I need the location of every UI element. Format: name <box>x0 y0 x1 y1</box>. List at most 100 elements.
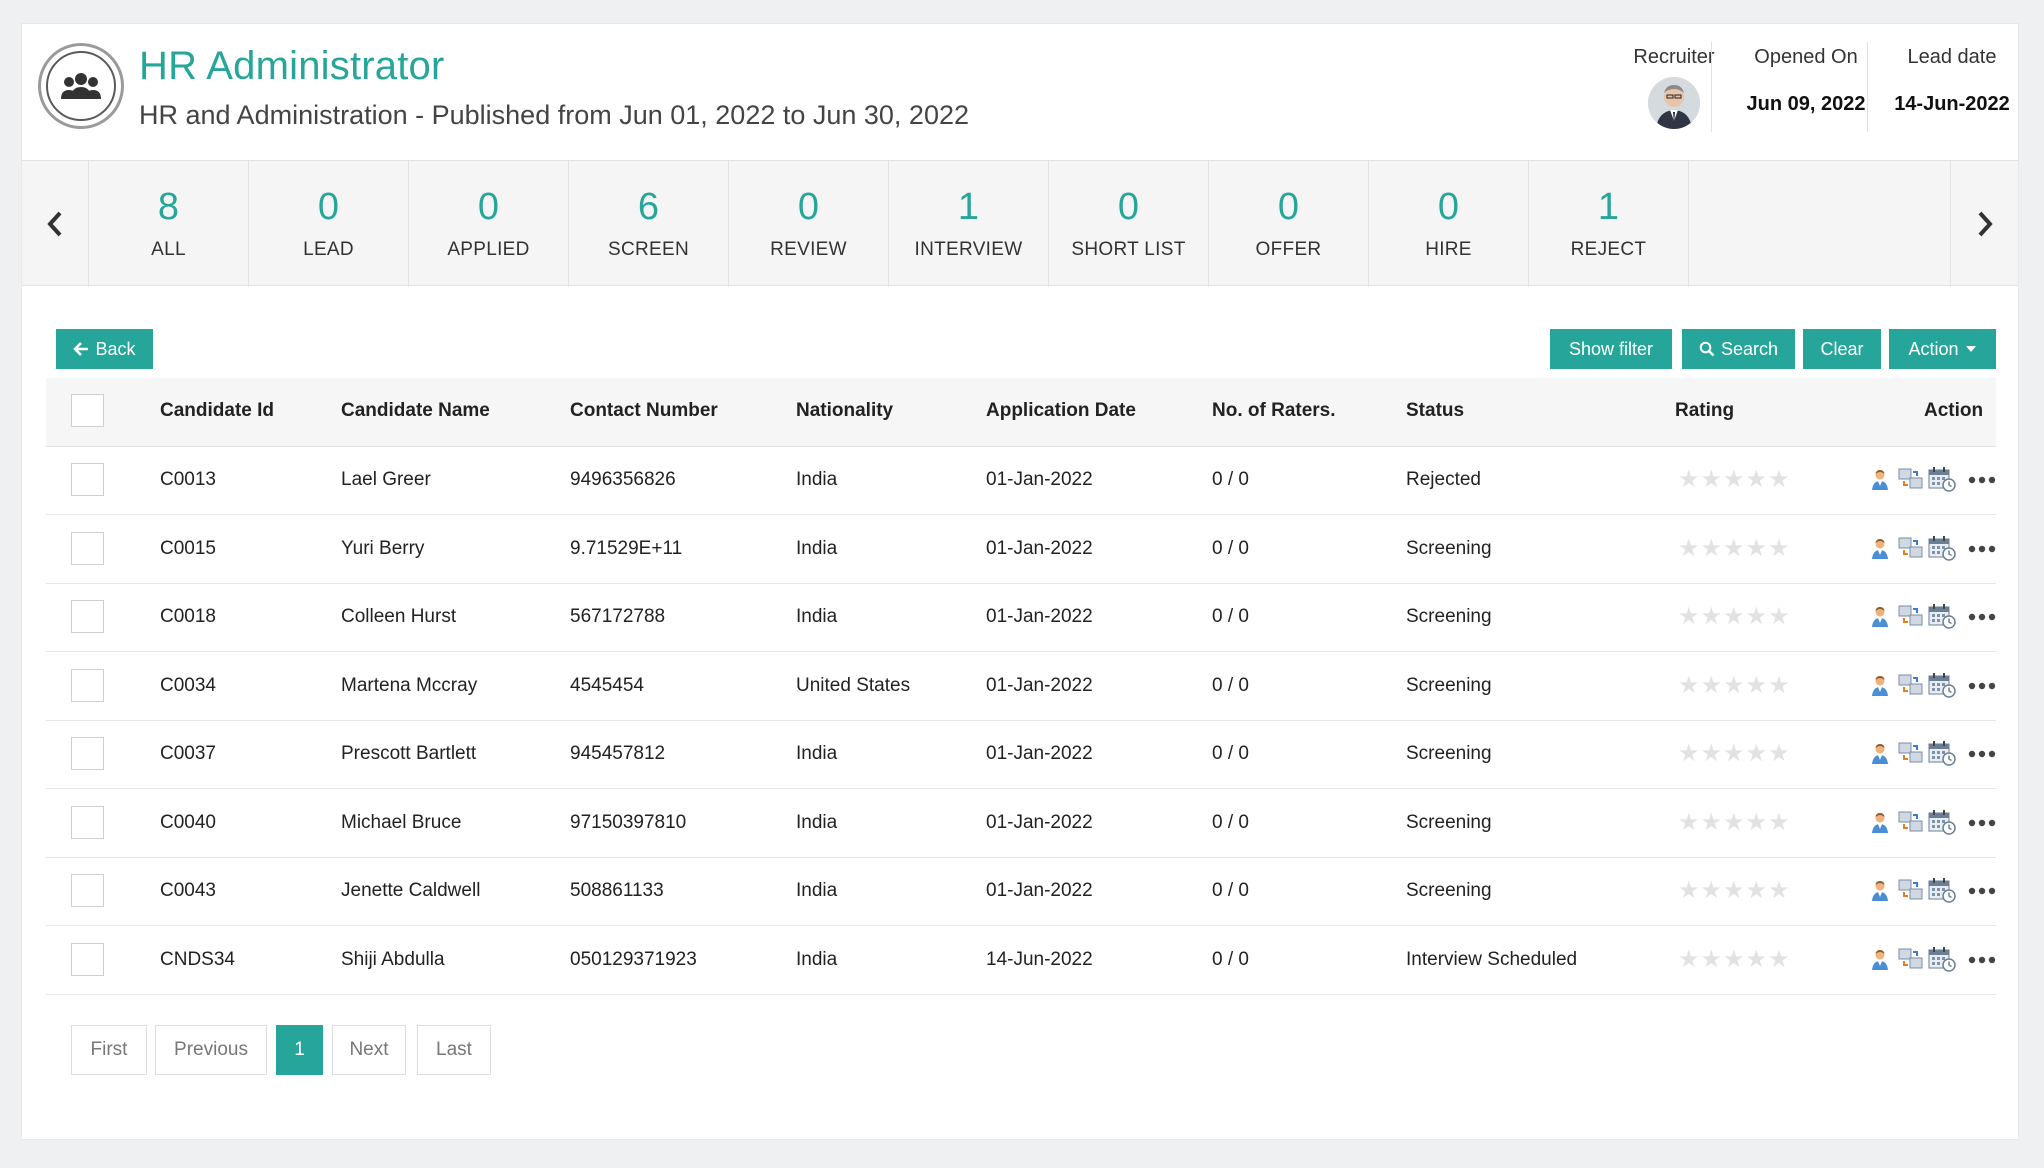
candidate-name[interactable]: Michael Bruce <box>341 812 461 834</box>
clear-button[interactable]: Clear <box>1803 329 1881 369</box>
col-contact-number[interactable]: Contact Number <box>570 400 718 422</box>
candidate-name[interactable]: Lael Greer <box>341 469 431 491</box>
star-icon[interactable]: ★ <box>1746 946 1768 973</box>
star-rating[interactable]: ★ ★ ★ ★ ★ <box>1678 946 1790 973</box>
row-checkbox[interactable] <box>71 942 104 976</box>
star-icon[interactable]: ★ <box>1701 878 1723 904</box>
move-candidate-icon[interactable] <box>1898 810 1924 834</box>
stage-next-button[interactable] <box>1950 161 2018 287</box>
move-candidate-icon[interactable] <box>1898 673 1924 697</box>
row-checkbox[interactable] <box>71 463 104 496</box>
stage-applied[interactable]: 0 APPLIED <box>409 161 569 287</box>
star-icon[interactable]: ★ <box>1723 741 1745 767</box>
star-icon[interactable]: ★ <box>1701 604 1723 630</box>
view-profile-icon[interactable] <box>1870 880 1890 902</box>
table-row[interactable]: C0040 Michael Bruce 97150397810 India 01-Jan… <box>46 790 1996 858</box>
star-icon[interactable]: ★ <box>1746 878 1768 904</box>
view-profile-icon[interactable] <box>1870 538 1890 560</box>
pagination-next[interactable]: Next <box>332 1025 406 1075</box>
star-rating[interactable]: ★ ★ ★ ★ ★ <box>1678 878 1790 904</box>
show-filter-button[interactable]: Show filter <box>1550 329 1672 369</box>
star-icon[interactable]: ★ <box>1768 467 1790 493</box>
more-options-icon[interactable] <box>1968 613 1996 621</box>
row-checkbox[interactable] <box>71 805 104 839</box>
star-rating[interactable]: ★ ★ ★ ★ ★ <box>1678 809 1790 836</box>
action-dropdown-button[interactable]: Action <box>1889 329 1996 369</box>
star-rating[interactable]: ★ ★ ★ ★ ★ <box>1678 467 1790 493</box>
more-options-icon[interactable] <box>1968 887 1996 895</box>
col-candidate-name[interactable]: Candidate Name <box>341 400 490 422</box>
search-button[interactable]: Search <box>1682 329 1795 369</box>
star-icon[interactable]: ★ <box>1701 672 1723 699</box>
stage-prev-button[interactable] <box>22 161 89 287</box>
star-icon[interactable]: ★ <box>1723 672 1745 699</box>
schedule-interview-icon[interactable] <box>1928 603 1956 629</box>
row-checkbox[interactable] <box>71 874 104 907</box>
view-profile-icon[interactable] <box>1870 675 1890 697</box>
candidate-name[interactable]: Colleen Hurst <box>341 606 456 628</box>
star-rating[interactable]: ★ ★ ★ ★ ★ <box>1678 741 1790 767</box>
more-options-icon[interactable] <box>1968 750 1996 758</box>
star-rating[interactable]: ★ ★ ★ ★ ★ <box>1678 535 1790 562</box>
star-icon[interactable]: ★ <box>1678 535 1700 562</box>
star-icon[interactable]: ★ <box>1723 878 1745 904</box>
pagination-previous[interactable]: Previous <box>155 1025 267 1075</box>
star-icon[interactable]: ★ <box>1678 741 1700 767</box>
candidate-name[interactable]: Jenette Caldwell <box>341 880 480 902</box>
view-profile-icon[interactable] <box>1870 743 1890 765</box>
table-row[interactable]: C0013 Lael Greer 9496356826 India 01-Jan-202… <box>46 447 1996 515</box>
table-row[interactable]: C0015 Yuri Berry 9.71529E+11 India 01-Jan-20… <box>46 516 1996 584</box>
star-icon[interactable]: ★ <box>1723 946 1745 973</box>
star-icon[interactable]: ★ <box>1723 467 1745 493</box>
move-candidate-icon[interactable] <box>1898 467 1924 491</box>
table-row[interactable]: C0018 Colleen Hurst 567172788 India 01-Jan-2… <box>46 584 1996 652</box>
stage-review[interactable]: 0 REVIEW <box>729 161 889 287</box>
star-icon[interactable]: ★ <box>1768 672 1790 699</box>
star-icon[interactable]: ★ <box>1746 741 1768 767</box>
star-icon[interactable]: ★ <box>1768 535 1790 562</box>
stage-offer[interactable]: 0 OFFER <box>1209 161 1369 287</box>
schedule-interview-icon[interactable] <box>1928 672 1956 698</box>
row-checkbox[interactable] <box>71 737 104 770</box>
schedule-interview-icon[interactable] <box>1928 466 1956 492</box>
star-icon[interactable]: ★ <box>1723 604 1745 630</box>
stage-reject[interactable]: 1 REJECT <box>1529 161 1689 287</box>
star-icon[interactable]: ★ <box>1723 535 1745 562</box>
candidate-name[interactable]: Shiji Abdulla <box>341 949 445 971</box>
star-icon[interactable]: ★ <box>1723 809 1745 836</box>
col-nationality[interactable]: Nationality <box>796 400 893 422</box>
stage-interview[interactable]: 1 INTERVIEW <box>889 161 1049 287</box>
table-row[interactable]: C0043 Jenette Caldwell 508861133 India 01-Ja… <box>46 858 1996 926</box>
candidate-name[interactable]: Prescott Bartlett <box>341 743 476 765</box>
more-options-icon[interactable] <box>1968 819 1996 827</box>
back-button[interactable]: Back <box>56 329 153 369</box>
move-candidate-icon[interactable] <box>1898 604 1924 628</box>
star-icon[interactable]: ★ <box>1678 946 1700 973</box>
schedule-interview-icon[interactable] <box>1928 809 1956 835</box>
table-row[interactable]: C0034 Martena Mccray 4545454 United States 0… <box>46 653 1996 721</box>
star-icon[interactable]: ★ <box>1701 467 1723 493</box>
pagination-page-current[interactable]: 1 <box>276 1025 323 1075</box>
star-icon[interactable]: ★ <box>1746 809 1768 836</box>
candidate-name[interactable]: Yuri Berry <box>341 538 424 560</box>
pagination-last[interactable]: Last <box>417 1025 491 1075</box>
table-row[interactable]: CNDS34 Shiji Abdulla 050129371923 India 14-J… <box>46 927 1996 995</box>
star-rating[interactable]: ★ ★ ★ ★ ★ <box>1678 604 1790 630</box>
schedule-interview-icon[interactable] <box>1928 877 1956 903</box>
star-icon[interactable]: ★ <box>1768 604 1790 630</box>
col-status[interactable]: Status <box>1406 400 1464 422</box>
stage-hire[interactable]: 0 HIRE <box>1369 161 1529 287</box>
star-icon[interactable]: ★ <box>1768 946 1790 973</box>
pagination-first[interactable]: First <box>71 1025 147 1075</box>
more-options-icon[interactable] <box>1968 956 1996 964</box>
candidate-name[interactable]: Martena Mccray <box>341 675 477 697</box>
row-checkbox[interactable] <box>71 531 104 565</box>
star-icon[interactable]: ★ <box>1746 467 1768 493</box>
view-profile-icon[interactable] <box>1870 949 1890 971</box>
star-icon[interactable]: ★ <box>1701 946 1723 973</box>
schedule-interview-icon[interactable] <box>1928 740 1956 766</box>
row-checkbox[interactable] <box>71 600 104 633</box>
star-icon[interactable]: ★ <box>1768 878 1790 904</box>
stage-all[interactable]: 8 ALL <box>89 161 249 287</box>
schedule-interview-icon[interactable] <box>1928 535 1956 561</box>
